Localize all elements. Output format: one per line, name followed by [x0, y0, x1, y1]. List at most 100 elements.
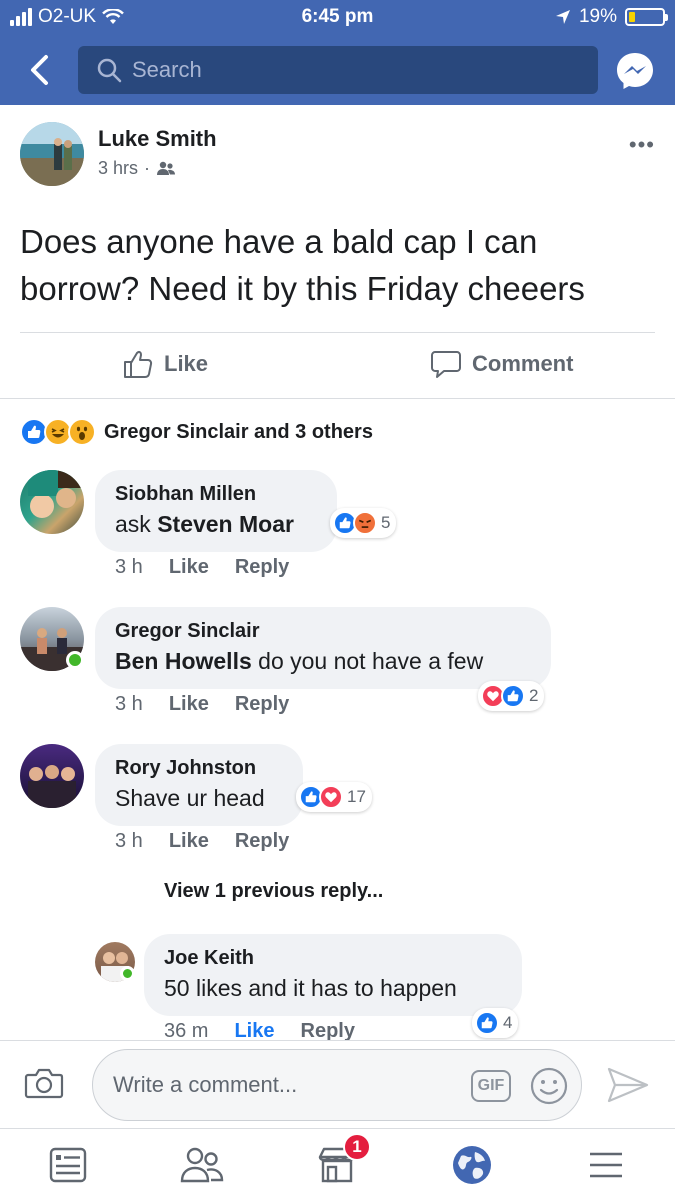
- mention-link[interactable]: Steven Moar: [157, 511, 294, 537]
- chevron-left-icon[interactable]: [22, 52, 58, 88]
- avatar-photo: [20, 122, 84, 186]
- comment-button[interactable]: Comment: [430, 348, 573, 380]
- comment-like-button[interactable]: Like: [234, 1020, 274, 1040]
- wow-reaction-icon: [68, 418, 96, 446]
- menu-icon: [590, 1152, 622, 1178]
- search-icon: [97, 58, 122, 83]
- tab-bar: 1: [0, 1128, 675, 1200]
- avatar[interactable]: [20, 122, 84, 186]
- post-header: Luke Smith 3 hrs · •••: [0, 118, 675, 198]
- battery-percent: 19%: [578, 6, 617, 27]
- reactions-summary[interactable]: Gregor Sinclair and 3 others: [20, 415, 373, 449]
- more-icon[interactable]: •••: [629, 132, 655, 158]
- reaction-count: 5: [381, 513, 391, 532]
- avatar-photo: [28, 470, 84, 518]
- comment-input[interactable]: Write a comment... GIF: [92, 1049, 582, 1121]
- comment-reply-button[interactable]: Reply: [301, 1020, 355, 1040]
- like-label: Like: [164, 351, 209, 376]
- reply-comment: Joe Keith 50 likes and it has to happen …: [0, 934, 675, 1040]
- news-feed-icon: [49, 1147, 87, 1183]
- comment-bubble[interactable]: Joe Keith 50 likes and it has to happen: [144, 934, 522, 1016]
- comment-reactions[interactable]: 17: [296, 782, 372, 812]
- comment-text-rest: do you not have a few: [251, 648, 484, 674]
- avatar[interactable]: [20, 470, 84, 534]
- comment-meta: 3 h Like Reply: [115, 693, 289, 716]
- comment-text: 50 likes and it has to happen: [164, 975, 457, 1001]
- comment-reply-button[interactable]: Reply: [235, 830, 289, 853]
- comment-author[interactable]: Rory Johnston: [115, 754, 283, 782]
- status-bar: O2-UK 6:45 pm 19%: [0, 0, 675, 36]
- comment-author[interactable]: Gregor Sinclair: [115, 617, 531, 645]
- camera-icon[interactable]: [24, 1065, 64, 1101]
- comment: Siobhan Millen ask Steven Moar 5 3 h Lik…: [0, 470, 675, 590]
- gif-button[interactable]: GIF: [471, 1070, 511, 1102]
- view-previous-replies-link[interactable]: View 1 previous reply...: [164, 880, 383, 903]
- tab-marketplace[interactable]: 1: [315, 1133, 371, 1187]
- comment-time: 3 h: [115, 830, 143, 852]
- love-reaction-icon: [319, 785, 343, 809]
- comment-text: Shave ur head: [115, 785, 265, 811]
- comment-like-button[interactable]: Like: [169, 693, 209, 716]
- tab-news-feed[interactable]: [46, 1143, 90, 1187]
- comment: Gregor Sinclair Ben Howells do you not h…: [0, 607, 675, 727]
- comment-reactions[interactable]: 5: [330, 508, 397, 538]
- comment-icon: [431, 351, 461, 378]
- post-time[interactable]: 3 hrs: [98, 158, 138, 179]
- like-reaction-icon: [501, 684, 525, 708]
- comment-meta: 3 h Like Reply: [115, 830, 289, 853]
- comment-reactions[interactable]: 2: [478, 681, 545, 711]
- location-arrow-icon: [555, 10, 570, 24]
- comment-text: ask Steven Moar: [115, 508, 317, 540]
- emoji-icon[interactable]: [529, 1066, 569, 1106]
- search-input[interactable]: Search: [78, 46, 598, 94]
- comment-input-placeholder: Write a comment...: [113, 1072, 298, 1097]
- comment-author[interactable]: Joe Keith: [164, 944, 502, 972]
- friends-icon: [180, 1147, 224, 1183]
- status-right: 19%: [555, 6, 668, 28]
- online-status-indicator: [120, 966, 135, 981]
- comment-reply-button[interactable]: Reply: [235, 556, 289, 579]
- avatar-photo: [28, 765, 76, 808]
- reaction-count: 17: [347, 787, 366, 806]
- comment-bubble[interactable]: Rory Johnston Shave ur head: [95, 744, 303, 826]
- comment-meta: 3 h Like Reply: [115, 556, 289, 579]
- angry-reaction-icon: [353, 511, 377, 535]
- post-meta: 3 hrs ·: [98, 158, 176, 179]
- divider: [0, 398, 675, 399]
- post-actions: Like Comment: [0, 340, 675, 394]
- like-reaction-icon: [475, 1011, 499, 1035]
- comment-text: Ben Howells do you not have a few: [115, 645, 531, 677]
- reaction-count: 2: [529, 686, 539, 705]
- meta-separator: ·: [144, 158, 151, 178]
- comment-reply-button[interactable]: Reply: [235, 693, 289, 716]
- comment-meta: 36 m Like Reply: [164, 1020, 355, 1040]
- mention-link[interactable]: Ben Howells: [115, 648, 252, 674]
- post-author[interactable]: Luke Smith: [98, 126, 217, 152]
- comment-reactions[interactable]: 4: [472, 1008, 519, 1038]
- battery-level: [629, 12, 635, 22]
- comment-like-button[interactable]: Like: [169, 556, 209, 579]
- comment-bubble[interactable]: Siobhan Millen ask Steven Moar: [95, 470, 337, 552]
- notification-badge: 1: [343, 1133, 371, 1161]
- reactions-text: Gregor Sinclair and 3 others: [104, 420, 373, 443]
- comment-bubble[interactable]: Gregor Sinclair Ben Howells do you not h…: [95, 607, 551, 689]
- comment-label: Comment: [472, 351, 574, 376]
- comment-time: 3 h: [115, 556, 143, 578]
- reaction-count: 4: [503, 1013, 513, 1032]
- comment-composer: Write a comment... GIF: [0, 1040, 675, 1128]
- notifications-globe-icon: [453, 1146, 491, 1184]
- comment-time: 3 h: [115, 693, 143, 715]
- avatar[interactable]: [20, 744, 84, 808]
- tab-friends[interactable]: [180, 1143, 224, 1187]
- post-text: Does anyone have a bald cap I can borrow…: [20, 223, 585, 307]
- messenger-icon[interactable]: [614, 50, 656, 92]
- divider: [20, 332, 655, 333]
- like-button[interactable]: Like: [122, 348, 208, 380]
- comment-like-button[interactable]: Like: [169, 830, 209, 853]
- send-icon[interactable]: [606, 1065, 650, 1105]
- tab-menu[interactable]: [584, 1143, 628, 1187]
- friends-icon: [157, 161, 176, 175]
- comment-author[interactable]: Siobhan Millen: [115, 480, 317, 508]
- tab-notifications[interactable]: [450, 1143, 494, 1187]
- search-placeholder: Search: [132, 57, 202, 82]
